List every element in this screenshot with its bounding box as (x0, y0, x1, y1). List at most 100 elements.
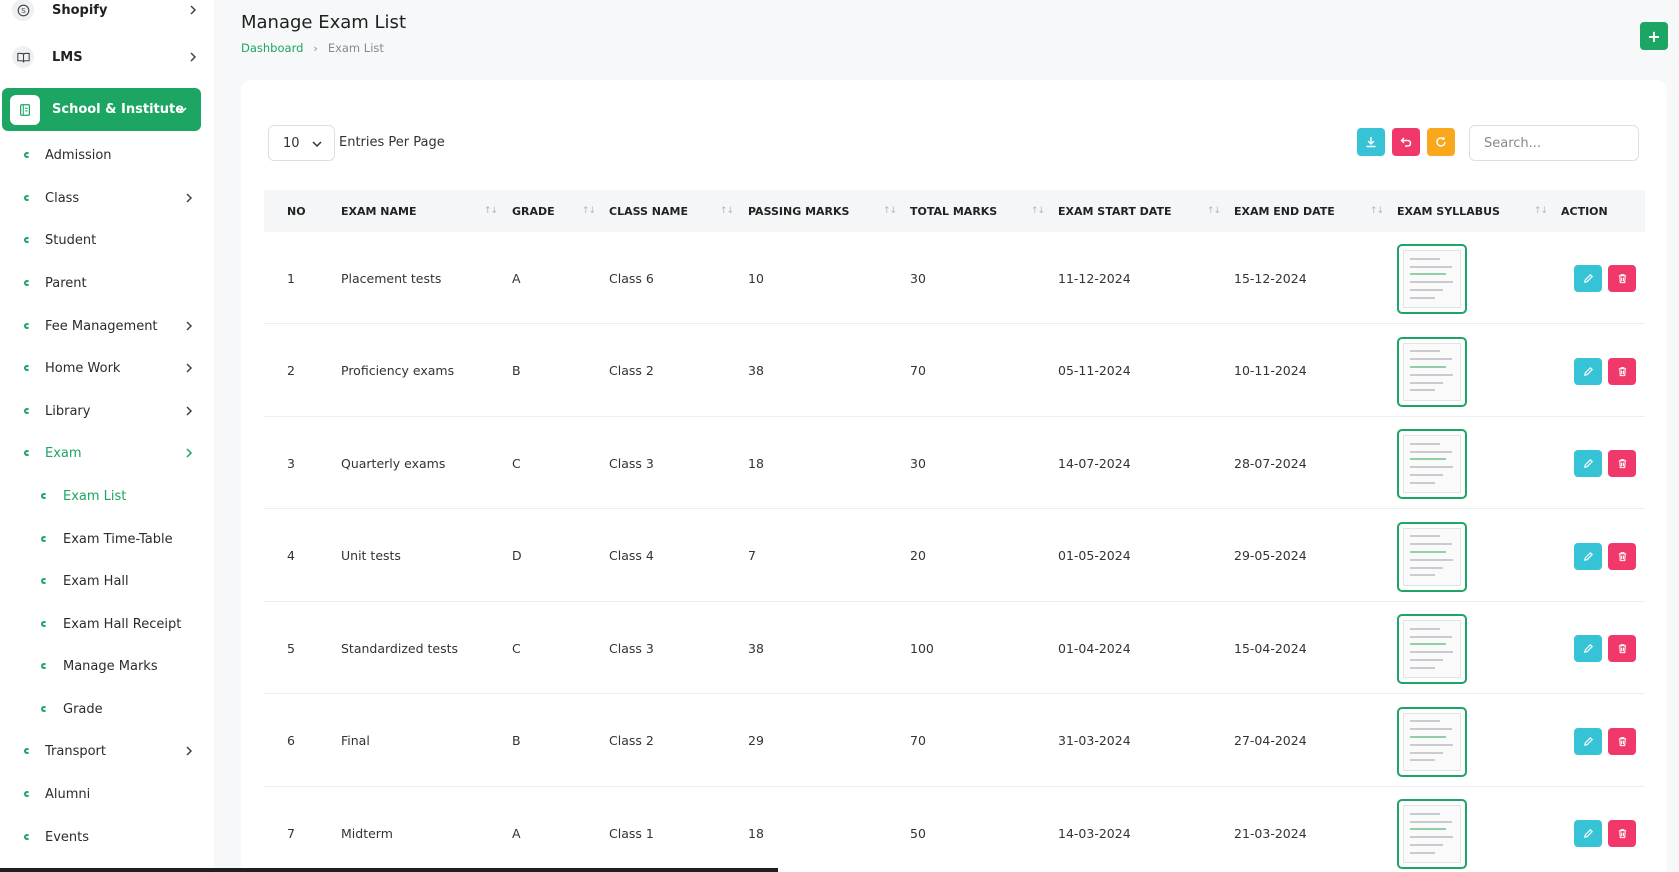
sort-icon[interactable]: ↑↓ (484, 206, 498, 216)
cell-class-name: Class 1 (609, 825, 654, 841)
sort-icon[interactable]: ↑↓ (1207, 206, 1221, 216)
sidebar-item-school-institute[interactable]: School & Institute (2, 88, 201, 131)
cell-grade: A (512, 825, 521, 841)
table-row: 2 Proficiency exams B Class 2 38 70 05-1… (264, 325, 1645, 417)
sidebar-item-fee-management[interactable]: Fee Management (0, 311, 214, 341)
entries-value: 10 (283, 135, 300, 151)
column-header-action: ACTION (1561, 190, 1608, 232)
sort-icon[interactable]: ↑↓ (883, 206, 897, 216)
bullet-icon (24, 280, 30, 286)
sidebar-item-transport[interactable]: Transport (0, 736, 214, 766)
delete-button[interactable] (1608, 542, 1636, 570)
refresh-button[interactable] (1427, 128, 1455, 156)
chevron-down-icon (312, 139, 322, 149)
column-header-class-name[interactable]: CLASS NAME (609, 190, 688, 232)
syllabus-thumbnail[interactable] (1397, 336, 1467, 407)
document-icon (1403, 435, 1461, 493)
syllabus-thumbnail[interactable] (1397, 429, 1467, 499)
syllabus-thumbnail[interactable] (1397, 244, 1467, 314)
sort-icon[interactable]: ↑↓ (1370, 206, 1384, 216)
column-header-exam-name[interactable]: EXAM NAME (341, 190, 416, 232)
sidebar-item-parent[interactable]: Parent (0, 268, 214, 298)
sidebar-item-exam-hall-receipt[interactable]: Exam Hall Receipt (0, 609, 214, 639)
search-input[interactable] (1469, 125, 1639, 161)
cell-total-marks: 50 (910, 825, 926, 841)
sidebar-item-label: Exam (45, 445, 82, 461)
download-button[interactable] (1357, 128, 1385, 156)
sort-icon[interactable]: ↑↓ (1534, 206, 1548, 216)
syllabus-thumbnail[interactable] (1397, 706, 1467, 777)
edit-button[interactable] (1574, 450, 1602, 477)
column-header-label: ACTION (1561, 204, 1608, 218)
book-icon (12, 46, 34, 68)
edit-button[interactable] (1574, 635, 1602, 662)
exam-list-card: 10 Entries Per Page NO EXAM NAME ↑↓ GRAD… (241, 80, 1667, 872)
edit-button[interactable] (1574, 727, 1602, 755)
bullet-icon (24, 834, 30, 840)
entries-per-page-label: Entries Per Page (339, 135, 445, 150)
edit-button[interactable] (1574, 265, 1602, 292)
sidebar-item-exam-hall[interactable]: Exam Hall (0, 566, 214, 596)
bullet-icon (24, 748, 30, 754)
sidebar-item-label: Class (45, 190, 80, 206)
cell-no: 4 (287, 548, 295, 563)
sidebar-item-lms[interactable]: LMS (0, 37, 214, 77)
sidebar-item-label: School & Institute (52, 102, 185, 117)
sidebar-item-grade[interactable]: Grade (0, 694, 214, 724)
column-header-no[interactable]: NO (287, 190, 306, 232)
delete-button[interactable] (1608, 450, 1636, 477)
edit-button[interactable] (1574, 820, 1602, 847)
sort-icon[interactable]: ↑↓ (720, 206, 734, 216)
sidebar-item-events[interactable]: Events (0, 822, 214, 852)
delete-button[interactable] (1608, 357, 1636, 385)
sort-icon[interactable]: ↑↓ (582, 206, 596, 216)
column-header-total-marks[interactable]: TOTAL MARKS (910, 190, 997, 232)
sidebar-item-exam-time-table[interactable]: Exam Time-Table (0, 524, 214, 554)
column-header-exam-start-date[interactable]: EXAM START DATE (1058, 190, 1172, 232)
sidebar-item-admission[interactable]: Admission (0, 140, 214, 170)
sidebar-item-manage-marks[interactable]: Manage Marks (0, 651, 214, 681)
add-exam-button[interactable]: + (1640, 22, 1668, 50)
sidebar-item-label: Events (45, 829, 90, 845)
trash-icon (1618, 459, 1626, 469)
cell-exam-end-date: 28-07-2024 (1234, 455, 1307, 471)
cell-exam-start-date: 14-07-2024 (1058, 455, 1131, 471)
delete-button[interactable] (1608, 727, 1636, 755)
column-header-exam-end-date[interactable]: EXAM END DATE (1234, 190, 1335, 232)
breadcrumb-dashboard-link[interactable]: Dashboard (241, 41, 303, 55)
delete-button[interactable] (1608, 635, 1636, 662)
syllabus-thumbnail[interactable] (1397, 799, 1467, 869)
horizontal-scrollbar[interactable] (0, 868, 778, 872)
column-header-label: NO (287, 204, 306, 218)
sidebar-item-label: Exam List (63, 488, 127, 504)
column-header-label: EXAM START DATE (1058, 204, 1172, 218)
reset-button[interactable] (1392, 128, 1420, 156)
cell-no: 1 (287, 270, 295, 286)
syllabus-thumbnail[interactable] (1397, 614, 1467, 684)
cell-passing-marks: 38 (748, 363, 764, 378)
delete-button[interactable] (1608, 820, 1636, 847)
cell-total-marks: 70 (910, 733, 926, 748)
sort-icon[interactable]: ↑↓ (1031, 206, 1045, 216)
sidebar-item-exam-list[interactable]: Exam List (0, 481, 214, 511)
sidebar-item-home-work[interactable]: Home Work (0, 353, 214, 383)
chevron-right-icon (184, 193, 194, 203)
sidebar-item-student[interactable]: Student (0, 225, 214, 255)
column-header-grade[interactable]: GRADE (512, 190, 555, 232)
sidebar-item-class[interactable]: Class (0, 183, 214, 213)
undo-icon (1400, 137, 1412, 147)
sidebar-item-label: Grade (63, 701, 103, 717)
delete-button[interactable] (1608, 265, 1636, 292)
edit-button[interactable] (1574, 542, 1602, 570)
chevron-right-icon (184, 406, 194, 416)
column-header-exam-syllabus[interactable]: EXAM SYLLABUS (1397, 190, 1500, 232)
column-header-label: GRADE (512, 204, 555, 218)
edit-button[interactable] (1574, 357, 1602, 385)
column-header-passing-marks[interactable]: PASSING MARKS (748, 190, 849, 232)
syllabus-thumbnail[interactable] (1397, 521, 1467, 592)
sidebar-item-exam[interactable]: Exam (0, 438, 214, 468)
sidebar-item-shopify[interactable]: S Shopify (0, 0, 214, 30)
sidebar-item-library[interactable]: Library (0, 396, 214, 426)
sidebar-item-alumni[interactable]: Alumni (0, 779, 214, 809)
entries-per-page-select[interactable]: 10 (268, 125, 335, 161)
